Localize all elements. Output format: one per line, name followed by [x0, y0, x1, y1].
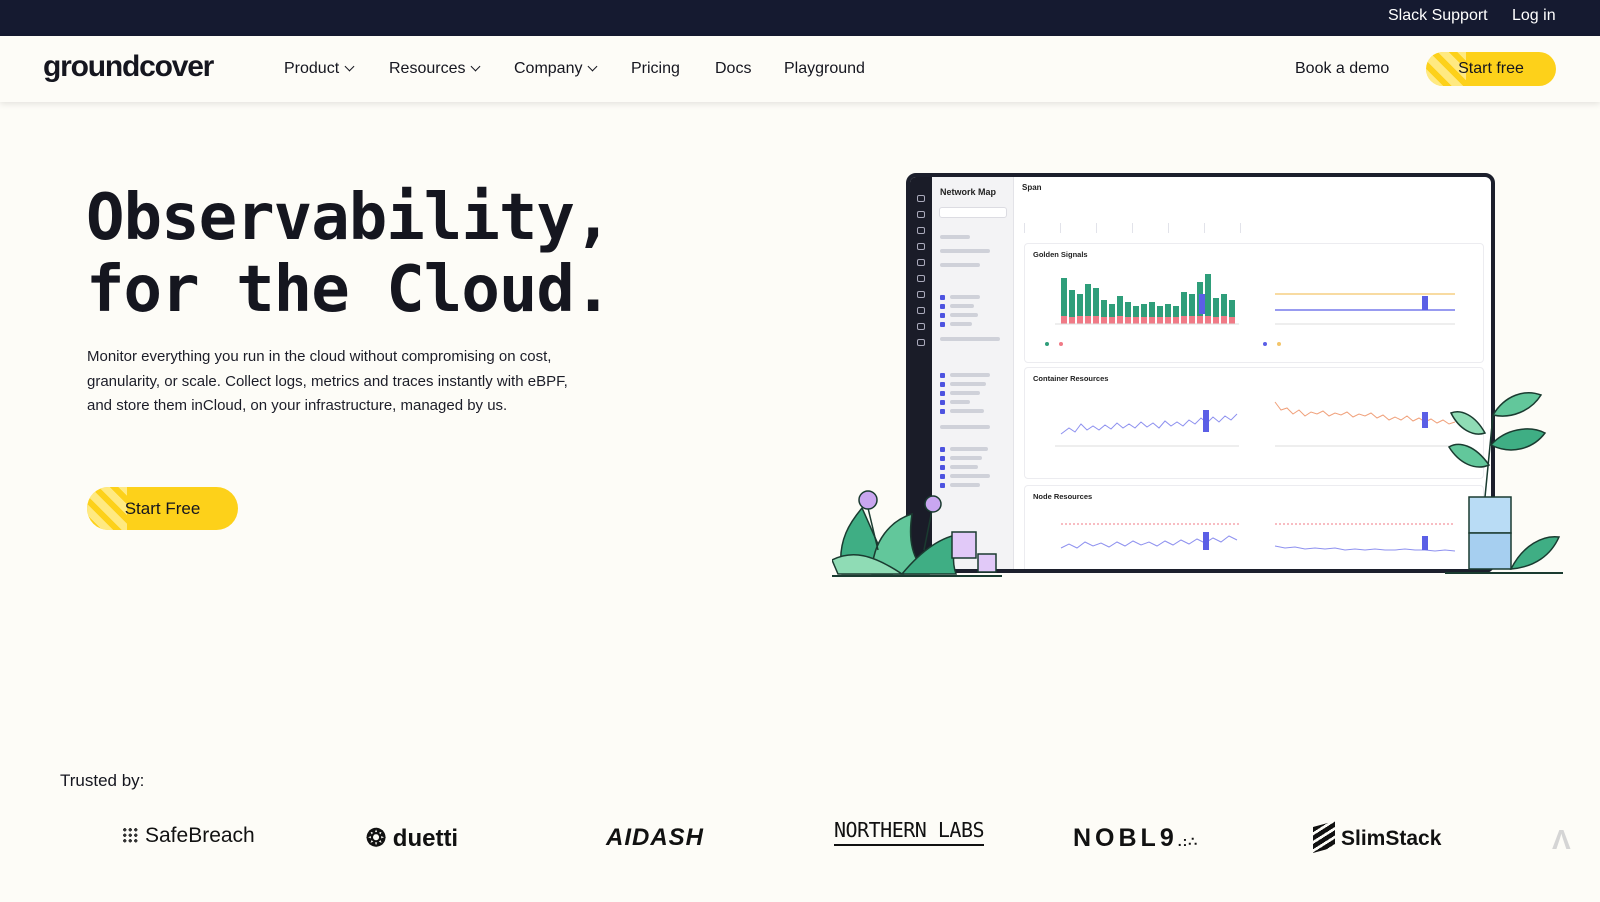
dashboard-main: Span Golden Signals Container Resources … [1014, 177, 1491, 569]
sidebar-search [939, 207, 1007, 218]
northern-labs-logo: NORTHERN LABS [834, 818, 985, 846]
wings-icon: ❂ [366, 825, 393, 852]
hero-title-line1: Observability, [86, 181, 612, 255]
start-free-button[interactable]: Start free [1426, 52, 1556, 86]
chevron-down-icon [588, 61, 598, 72]
aidash-logo: AIDASH [606, 824, 705, 851]
customer-logos: SafeBreach ❂ duetti AIDASH NORTHERN LABS… [0, 812, 1600, 872]
hero-title-line2: for the Cloud. [86, 253, 612, 327]
node-resources-card: Node Resources [1024, 485, 1484, 569]
safebreach-logo: SafeBreach [122, 824, 255, 848]
slimstack-logo: SlimStack [1313, 821, 1441, 853]
trusted-by-label: Trusted by: [60, 771, 145, 790]
nav-product[interactable]: Product [284, 60, 355, 78]
slimstack-mark-icon [1313, 821, 1335, 853]
dots-icon: .:∴ [1177, 833, 1199, 849]
span-header: Span [1022, 183, 1042, 192]
plant-left-illustration [832, 490, 1002, 577]
chevron-down-icon [344, 61, 355, 72]
nav-pricing[interactable]: Pricing [631, 60, 680, 78]
nav-docs[interactable]: Docs [715, 60, 751, 78]
nav-playground[interactable]: Playground [784, 60, 865, 78]
container-resources-card: Container Resources [1024, 367, 1484, 479]
main-nav: groundcover Product Resources Company Pr… [0, 36, 1600, 102]
chevron-down-icon [471, 61, 481, 72]
golden-signals-card: Golden Signals [1024, 243, 1484, 363]
nobl9-logo: NOBL9.:∴ [1073, 824, 1199, 852]
golden-signals-chart [1045, 274, 1455, 346]
requests-bars [1061, 274, 1235, 324]
sidebar-title: Network Map [940, 187, 997, 197]
hero-title: Observability, for the Cloud. [86, 181, 612, 327]
nav-resources[interactable]: Resources [389, 60, 481, 78]
partial-logo-icon: Λ [1552, 824, 1571, 855]
hero-description: Monitor everything you run in the cloud … [87, 348, 568, 414]
hero-start-free-button[interactable]: Start Free [87, 487, 238, 530]
dots-grid-icon [122, 827, 138, 843]
container-resources-chart [1055, 401, 1456, 447]
log-in-link[interactable]: Log in [1512, 7, 1556, 25]
top-bar: Slack Support Log in [0, 0, 1600, 36]
nav-company[interactable]: Company [514, 60, 598, 78]
groundcover-logo[interactable]: groundcover [43, 50, 214, 84]
slack-support-link[interactable]: Slack Support [1388, 7, 1488, 25]
book-demo-link[interactable]: Book a demo [1295, 60, 1389, 78]
duetti-logo: ❂ duetti [366, 825, 459, 852]
node-resources-chart [1060, 523, 1456, 552]
span-tabs [1024, 223, 1264, 233]
plant-right-illustration [1445, 392, 1563, 574]
